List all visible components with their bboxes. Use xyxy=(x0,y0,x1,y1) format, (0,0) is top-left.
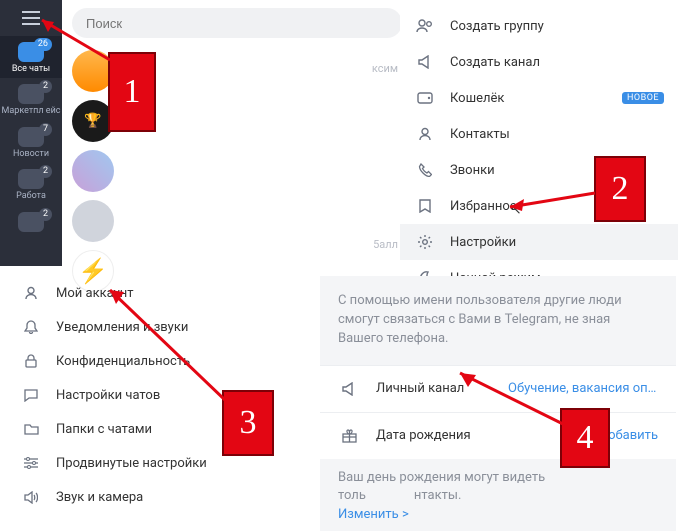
rail-label: Работа xyxy=(16,192,46,201)
rail-extra[interactable]: 2 xyxy=(0,206,62,236)
phone-icon xyxy=(414,161,436,179)
menu-label: Создать группу xyxy=(450,19,544,34)
rail-all-chats[interactable]: 26 Все чаты xyxy=(0,36,62,78)
annotation-1: 1 xyxy=(108,52,156,132)
menu-create-channel[interactable]: Создать канал xyxy=(400,44,678,80)
user-icon xyxy=(414,125,436,143)
row-label: Личный канал xyxy=(376,381,464,396)
settings-label: Папки с чатами xyxy=(56,422,152,437)
search-input[interactable] xyxy=(72,8,402,38)
settings-account[interactable]: Мой аккаунт xyxy=(10,276,295,310)
birthday-hint-rest: нтакты. xyxy=(414,488,462,503)
account-detail: С помощью имени пользователя другие люди… xyxy=(320,276,676,531)
lock-icon xyxy=(20,352,42,370)
annotation-2: 2 xyxy=(594,156,646,222)
chat-meta: 5алл xyxy=(373,238,398,251)
birthday-hint-block: Ваш день рождения могут видеть тольнтакт… xyxy=(320,459,676,531)
personal-channel-row[interactable]: Личный канал Обучение, вакансия опе… xyxy=(320,365,676,412)
menu-wallet[interactable]: Кошелёк НОВОЕ xyxy=(400,80,678,116)
settings-label: Уведомления и звуки xyxy=(56,320,188,335)
settings-label: Конфиденциальность xyxy=(56,354,190,369)
rail-label: Маркетпл ейс xyxy=(2,107,61,116)
menu-label: Создать канал xyxy=(450,55,540,70)
settings-privacy[interactable]: Конфиденциальность xyxy=(10,344,295,378)
settings-notifications[interactable]: Уведомления и звуки xyxy=(10,310,295,344)
folder-icon xyxy=(20,420,42,438)
username-hint: С помощью имени пользователя другие люди… xyxy=(320,276,676,365)
chat-meta: ксим xyxy=(372,62,398,75)
badge: 2 xyxy=(39,165,52,178)
group-icon xyxy=(414,17,436,35)
bell-icon xyxy=(20,318,42,336)
chat-column: ксим 🏆 ⚡ 5алл xyxy=(62,0,412,266)
settings-sound-camera[interactable]: Звук и камера xyxy=(10,480,295,514)
badge: 2 xyxy=(39,208,52,221)
speaker-icon xyxy=(20,488,42,506)
chat-row[interactable] xyxy=(62,196,412,246)
menu-label: Настройки xyxy=(450,235,516,250)
badge: 7 xyxy=(39,123,52,136)
left-rail: 26 Все чаты 2 Маркетпл ейс 7 Новости 2 Р… xyxy=(0,0,62,266)
settings-label: Мой аккаунт xyxy=(56,286,134,301)
birthday-row[interactable]: Дата рождения Добавить xyxy=(320,412,676,459)
menu-label: Избранное xyxy=(450,199,517,214)
gift-icon xyxy=(338,427,360,445)
change-link[interactable]: Изменить > xyxy=(338,507,409,522)
badge: 26 xyxy=(34,38,52,51)
bookmark-icon xyxy=(414,197,436,215)
badge: 2 xyxy=(39,80,52,93)
rail-marketplace[interactable]: 2 Маркетпл ейс xyxy=(0,78,62,120)
annotation-3: 3 xyxy=(222,390,274,456)
settings-label: Звук и камера xyxy=(56,490,143,505)
row-value[interactable]: Обучение, вакансия опе… xyxy=(508,381,658,396)
chat-icon xyxy=(20,386,42,404)
settings-label: Продвинутые настройки xyxy=(56,456,207,471)
menu-create-group[interactable]: Создать группу xyxy=(400,8,678,44)
rail-label: Все чаты xyxy=(12,65,50,74)
gear-icon xyxy=(414,233,436,251)
annotation-4: 4 xyxy=(560,408,610,468)
user-icon xyxy=(20,284,42,302)
hamburger-button[interactable] xyxy=(0,0,62,36)
menu-label: Контакты xyxy=(450,127,510,142)
wallet-icon xyxy=(414,89,436,107)
settings-label: Настройки чатов xyxy=(56,388,160,403)
row-label: Дата рождения xyxy=(376,428,471,443)
rail-work[interactable]: 2 Работа xyxy=(0,163,62,205)
menu-label: Звонки xyxy=(450,163,495,178)
menu-contacts[interactable]: Контакты xyxy=(400,116,678,152)
rail-news[interactable]: 7 Новости xyxy=(0,121,62,163)
main-menu: Создать группу Создать канал Кошелёк НОВ… xyxy=(400,8,678,296)
sliders-icon xyxy=(20,454,42,472)
megaphone-icon xyxy=(338,380,360,398)
rail-label: Новости xyxy=(13,150,49,159)
menu-settings[interactable]: Настройки xyxy=(400,224,678,260)
avatar xyxy=(72,150,114,192)
hamburger-icon xyxy=(22,11,40,25)
new-badge: НОВОЕ xyxy=(622,92,664,104)
avatar xyxy=(72,200,114,242)
megaphone-icon xyxy=(414,53,436,71)
chat-row[interactable] xyxy=(62,146,412,196)
menu-label: Кошелёк xyxy=(450,91,504,106)
